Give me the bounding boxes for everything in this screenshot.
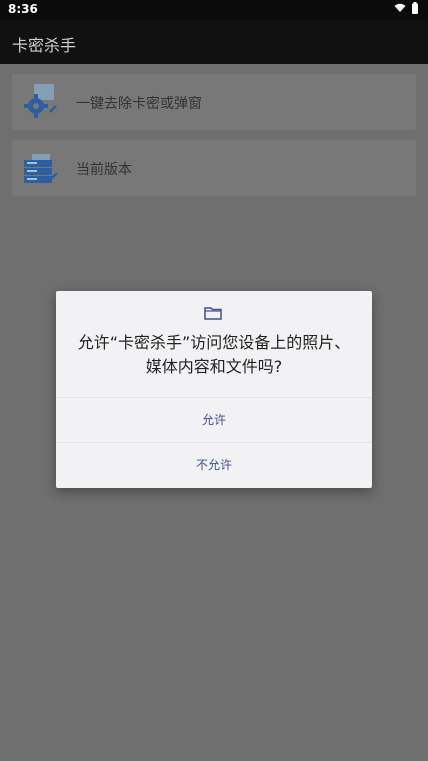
permission-dialog: 允许“卡密杀手”访问您设备上的照片、媒体内容和文件吗? 允许 不允许	[56, 291, 372, 488]
status-bar: 8:36	[0, 0, 428, 20]
status-icons	[394, 2, 418, 14]
app-title: 卡密杀手	[12, 36, 77, 55]
folder-icon	[204, 307, 222, 320]
battery-icon	[412, 2, 418, 14]
menu-item-current-version[interactable]: 当前版本	[12, 140, 416, 196]
deny-button[interactable]: 不允许	[56, 443, 372, 487]
menu-item-label: 一键去除卡密或弹窗	[76, 96, 202, 112]
app-bar: 卡密杀手	[0, 20, 428, 64]
server-icon	[24, 154, 58, 183]
status-time: 8:36	[8, 2, 38, 16]
wifi-icon	[394, 3, 406, 12]
allow-button[interactable]: 允许	[56, 398, 372, 442]
menu-item-label: 当前版本	[76, 162, 132, 178]
gear-icon	[24, 84, 57, 118]
dialog-message: 允许“卡密杀手”访问您设备上的照片、媒体内容和文件吗?	[77, 333, 351, 376]
menu-item-remove-popup[interactable]: 一键去除卡密或弹窗	[12, 74, 416, 130]
